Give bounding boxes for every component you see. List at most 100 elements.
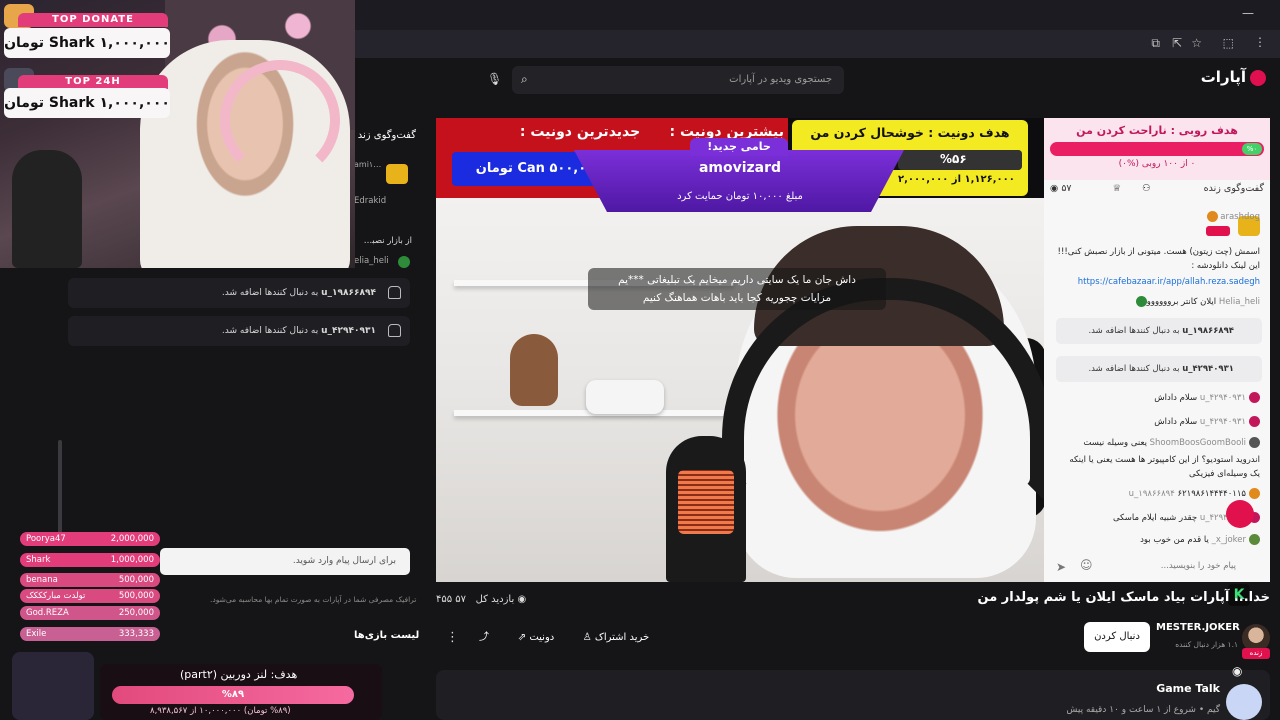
- live-viewers: ۵۷: [455, 594, 467, 605]
- chat-username[interactable]: Helia_heli: [1219, 297, 1260, 307]
- live-badge: زنده: [1242, 648, 1270, 659]
- game-category[interactable]: گیم: [1207, 705, 1220, 715]
- chat-message: اسمش (چت زیتون) هست. میتونی از بازار نصب…: [1058, 246, 1260, 259]
- aparat-live-page: — ⧉ ⇱ ☆ ⬚ ⋮ جستجوی ویدیو در آپارات ⌕ 🎙 آ…: [0, 0, 1280, 720]
- share-page-icon[interactable]: ⇱: [1172, 36, 1182, 50]
- more-options-icon[interactable]: ⋮: [446, 630, 459, 645]
- donor-name: Shark: [26, 555, 51, 565]
- site-logo[interactable]: آپارات: [1201, 68, 1266, 86]
- chat-text: یا قدم من خوب بود: [1140, 535, 1209, 545]
- leaderboard-row: Shark 1,000,000: [20, 553, 160, 567]
- notice-text: به دنبال کنندها اضافه شد.: [1088, 326, 1180, 336]
- partial-user-3: elia_heli: [354, 256, 389, 266]
- game-title[interactable]: Game Talk: [1080, 682, 1220, 695]
- top-donate-label: TOP DONATE: [18, 13, 168, 27]
- bookmark-star-icon[interactable]: ☆: [1191, 36, 1202, 50]
- partial-text: از بازار نصبش کن: [356, 236, 412, 246]
- goal-sub: (%۸۹ تومان) ۱۰,۰۰۰,۰۰۰ از ۸,۹۳۸,۵۶۷: [150, 706, 291, 716]
- minimize-icon[interactable]: —: [1242, 6, 1254, 20]
- teddy-bear-image: [510, 334, 558, 406]
- donor-name: God.REZA: [26, 608, 69, 618]
- chat-username[interactable]: u_۱۹۸۶۶۸۹۴: [1129, 489, 1175, 499]
- donor-amount: 500,000: [118, 575, 154, 585]
- notice-user: u_۱۹۸۶۶۸۹۴: [1182, 326, 1234, 336]
- leaderboard-row: Exile 333,333: [20, 627, 160, 641]
- chat-text: ۶۲۱۹۸۶۱۴۴۴۴۰۱۱۵: [1177, 489, 1246, 499]
- chat-username[interactable]: arashdog: [1220, 212, 1260, 222]
- send-icon[interactable]: ➤: [1056, 560, 1066, 574]
- donation-goal-title: هدف دونیت : خوشحال کردن من: [810, 125, 1010, 140]
- ruby-goal-badge: %۰: [1242, 143, 1262, 155]
- donation-goal-sub: ۱,۱۲۶,۰۰۰ از ۲,۰۰۰,۰۰۰: [898, 174, 1015, 185]
- menu-dots-icon[interactable]: ⋮: [1254, 35, 1266, 49]
- notice-user: u_۴۲۹۴۰۹۳۱: [321, 326, 376, 336]
- chat-input[interactable]: برای ارسال پیام وارد شوید.: [160, 548, 410, 575]
- games-list-title: لیست بازی‌ها: [354, 630, 420, 641]
- chat-message: ShoomBoosGoomBooli یعنی وسیله نیست: [1083, 437, 1260, 450]
- translate-icon[interactable]: ⧉: [1151, 36, 1160, 51]
- game-logo-icon: [1226, 684, 1262, 720]
- chat-link[interactable]: https://cafebazaar.ir/app/allah.reza.sad…: [1078, 277, 1260, 287]
- follow-button[interactable]: دنبال کردن: [1084, 622, 1150, 652]
- chat-text: سلام داداش: [1154, 417, 1198, 427]
- mic-stand-image: [12, 150, 82, 268]
- search-icon[interactable]: ⌕: [521, 72, 528, 87]
- microphone-glow-image: [678, 470, 734, 534]
- goal-percent: %۸۹: [221, 689, 245, 700]
- donor-name: Exile: [26, 629, 47, 639]
- chat-username[interactable]: u_۴۲۹۴۰۹۳۱: [1200, 417, 1246, 427]
- rank-badge: [1206, 226, 1230, 236]
- chat-text: سلام داداش: [1154, 393, 1198, 403]
- chat-username[interactable]: x_joker_: [1212, 535, 1246, 545]
- buy-subscription-label: خرید اشتراک: [594, 632, 650, 643]
- chat-text: یک وسیله‌ای فیزیکی: [1188, 469, 1260, 479]
- donor-name: Poorya47: [26, 534, 66, 544]
- chat-message: x_joker_ یا قدم من خوب بود: [1140, 534, 1260, 547]
- chat-scrollbar[interactable]: [58, 440, 62, 540]
- bell-icon: [388, 324, 401, 337]
- video-subtitle: داش جان ما یک سایتی داریم میخایم یک تبلی…: [588, 268, 886, 310]
- extensions-icon[interactable]: ⬚: [1223, 36, 1234, 50]
- top-24h-value: Shark ۱,۰۰۰,۰۰۰ تومان: [4, 88, 170, 118]
- notice-text: به دنبال کنندها اضافه شد.: [1088, 364, 1180, 374]
- donor-amount: 333,333: [118, 629, 154, 639]
- eye-icon: ◉: [1050, 183, 1059, 194]
- chat-username[interactable]: u_۴۲۹۴۰۹۳۱: [1200, 393, 1246, 403]
- eye-icon: ◉: [517, 594, 527, 605]
- chat-message: اندروید استودیو؟ از این کامپیوتر ها هست …: [1069, 454, 1260, 467]
- eye-icon[interactable]: ◉: [1232, 664, 1242, 678]
- mic-icon[interactable]: 🎙: [487, 72, 502, 86]
- rank-badge: [386, 164, 408, 184]
- video-frame[interactable]: [436, 198, 1044, 582]
- game-started: شروع از ۱ ساعت و ۱۰ دقیقه پیش: [1066, 705, 1196, 715]
- people-icon[interactable]: ⚇: [1142, 183, 1151, 194]
- logo-text: آپارات: [1200, 68, 1246, 86]
- follower-notice: u_۱۹۸۶۶۸۹۴ به دنبال کنندها اضافه شد.: [68, 278, 410, 308]
- chat-text: اسمش (چت زیتون) هست. میتونی از بازار نصب…: [1057, 247, 1260, 257]
- video-stats: ۴۵۵ بازدید کل ۵۷ ◉: [436, 594, 526, 605]
- search-input[interactable]: جستجوی ویدیو در آپارات: [512, 66, 844, 94]
- donate-button[interactable]: دونیت ⇗: [506, 624, 566, 652]
- partial-user-1: ami۱۳۹۴: [354, 160, 384, 169]
- user-avatar: [1206, 211, 1218, 222]
- chat-message: https://cafebazaar.ir/app/allah.reza.sad…: [1078, 276, 1260, 289]
- trophy-icon[interactable]: ♕: [1113, 183, 1122, 194]
- user-avatar: [1249, 392, 1260, 403]
- chat-text: این لینک دانلودشه :: [1191, 261, 1260, 271]
- notice-text: به دنبال کنندها اضافه شد.: [221, 288, 319, 298]
- leaderboard-row: benana 500,000: [20, 573, 160, 587]
- traffic-note: ترافیک مصرفی شما در آپارات به صورت تمام …: [210, 595, 417, 604]
- donation-goal-percent: %۵۶: [940, 152, 967, 166]
- buy-subscription-button[interactable]: خرید اشتراک ♙: [574, 624, 658, 652]
- chat-message: Helia_heli ایلان کانتر بروووووو: [1133, 296, 1260, 309]
- donor-name: تولدت مبارکککک: [26, 591, 86, 601]
- gift-fab-icon[interactable]: [1226, 500, 1254, 528]
- donate-label: دونیت: [529, 632, 555, 643]
- share-button[interactable]: ⤴: [470, 624, 498, 652]
- latest-donors-title: جدیدترین دونیت :: [519, 124, 641, 140]
- emoji-icon[interactable]: ☺: [1080, 558, 1093, 572]
- channel-name[interactable]: MESTER.JOKER: [1156, 622, 1240, 633]
- ruby-goal-title: هدف روبی : ناراحت کردن من: [1076, 124, 1238, 137]
- chat-username[interactable]: ShoomBoosGoomBooli: [1150, 438, 1246, 448]
- chat-message: arashdog: [1204, 211, 1260, 224]
